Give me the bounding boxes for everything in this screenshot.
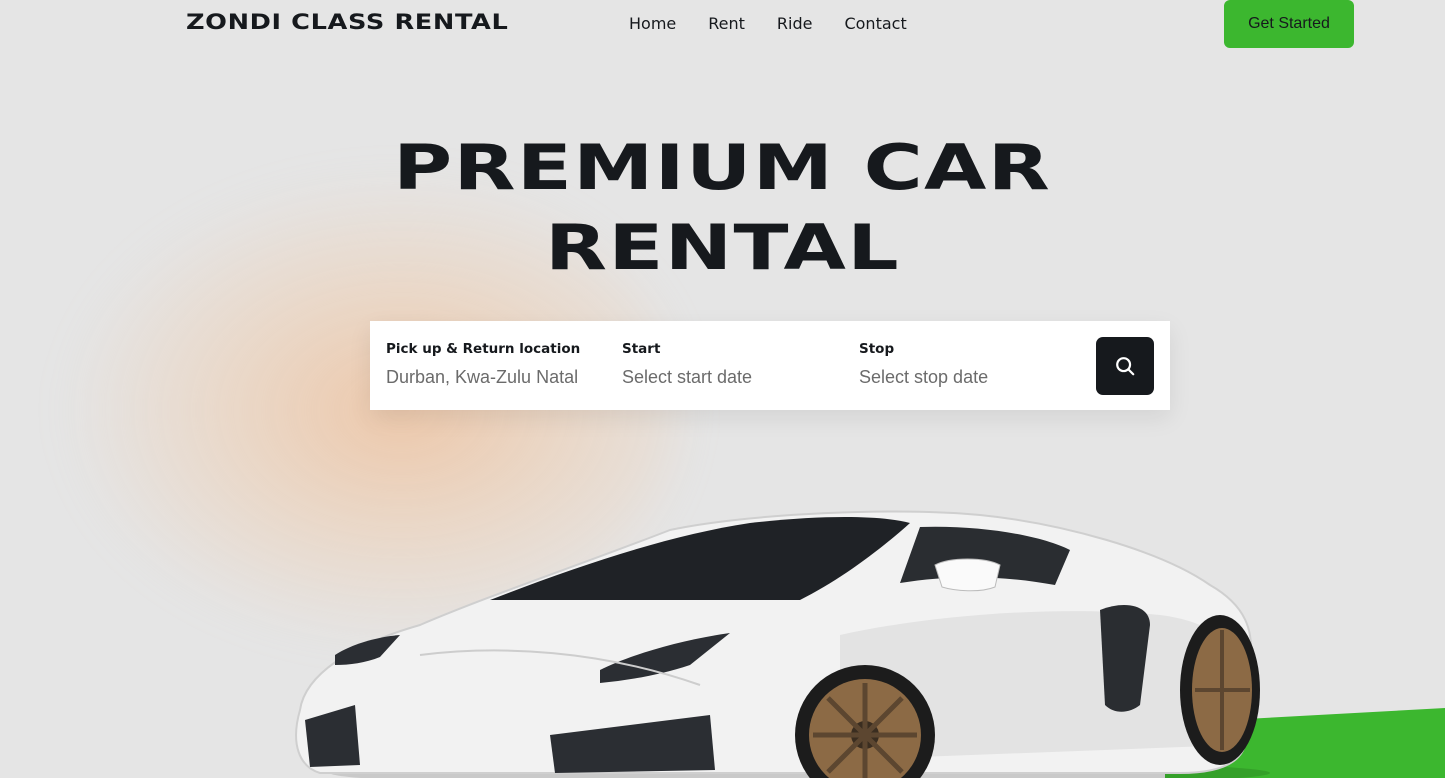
hero-title: PREMIUM CAR RENTAL — [0, 128, 1445, 288]
stop-field: Stop — [859, 341, 1074, 388]
start-date-input[interactable] — [622, 367, 837, 388]
nav-item-contact[interactable]: Contact — [844, 14, 906, 33]
hero-title-line1: PREMIUM CAR — [393, 131, 1052, 204]
brand-logo[interactable]: ZONDI CLASS RENTAL — [186, 10, 508, 34]
nav-item-home[interactable]: Home — [629, 14, 676, 33]
search-button[interactable] — [1096, 337, 1154, 395]
stop-date-input[interactable] — [859, 367, 1074, 388]
location-field: Pick up & Return location — [386, 341, 601, 388]
site-header: ZONDI CLASS RENTAL Home Rent Ride Contac… — [0, 0, 1445, 60]
search-icon — [1116, 357, 1135, 376]
main-nav: Home Rent Ride Contact — [629, 14, 907, 33]
start-field: Start — [622, 341, 837, 388]
start-label: Start — [622, 341, 661, 357]
car-image — [295, 510, 1270, 778]
nav-item-ride[interactable]: Ride — [777, 14, 813, 33]
nav-item-rent[interactable]: Rent — [708, 14, 745, 33]
location-label: Pick up & Return location — [386, 341, 581, 357]
get-started-button[interactable]: Get Started — [1224, 0, 1354, 48]
search-bar: Pick up & Return location Start Stop — [370, 321, 1170, 410]
location-input[interactable] — [386, 367, 601, 388]
hero-title-line2: RENTAL — [545, 211, 900, 284]
stop-label: Stop — [859, 341, 895, 357]
